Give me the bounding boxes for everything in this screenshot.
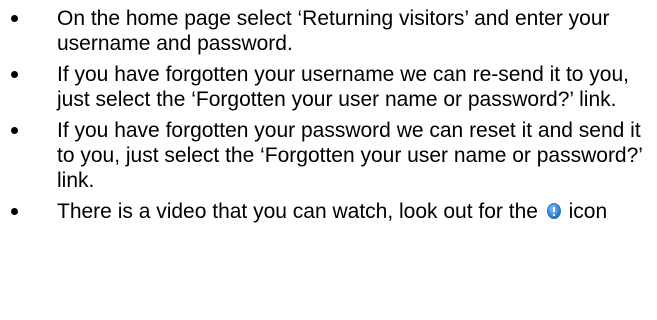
video-info-icon xyxy=(546,203,561,219)
list-item-text: If you have forgotten your username we c… xyxy=(57,63,629,111)
list-item-text-after-icon: icon xyxy=(568,200,608,223)
list-item-text: If you have forgotten your password we c… xyxy=(57,119,643,192)
bullet-icon xyxy=(11,127,18,134)
instructions-list: On the home page select ‘Returning visit… xyxy=(0,6,657,230)
bullet-icon xyxy=(11,15,18,22)
list-item-text-before-icon: There is a video that you can watch, loo… xyxy=(57,200,538,223)
list-item: If you have forgotten your password we c… xyxy=(0,118,657,193)
list-item-text: On the home page select ‘Returning visit… xyxy=(57,7,610,55)
list-item: If you have forgotten your username we c… xyxy=(0,62,657,112)
bullet-icon xyxy=(11,208,18,215)
list-item: There is a video that you can watch, loo… xyxy=(0,199,657,224)
list-item: On the home page select ‘Returning visit… xyxy=(0,6,657,56)
bullet-icon xyxy=(11,71,18,78)
